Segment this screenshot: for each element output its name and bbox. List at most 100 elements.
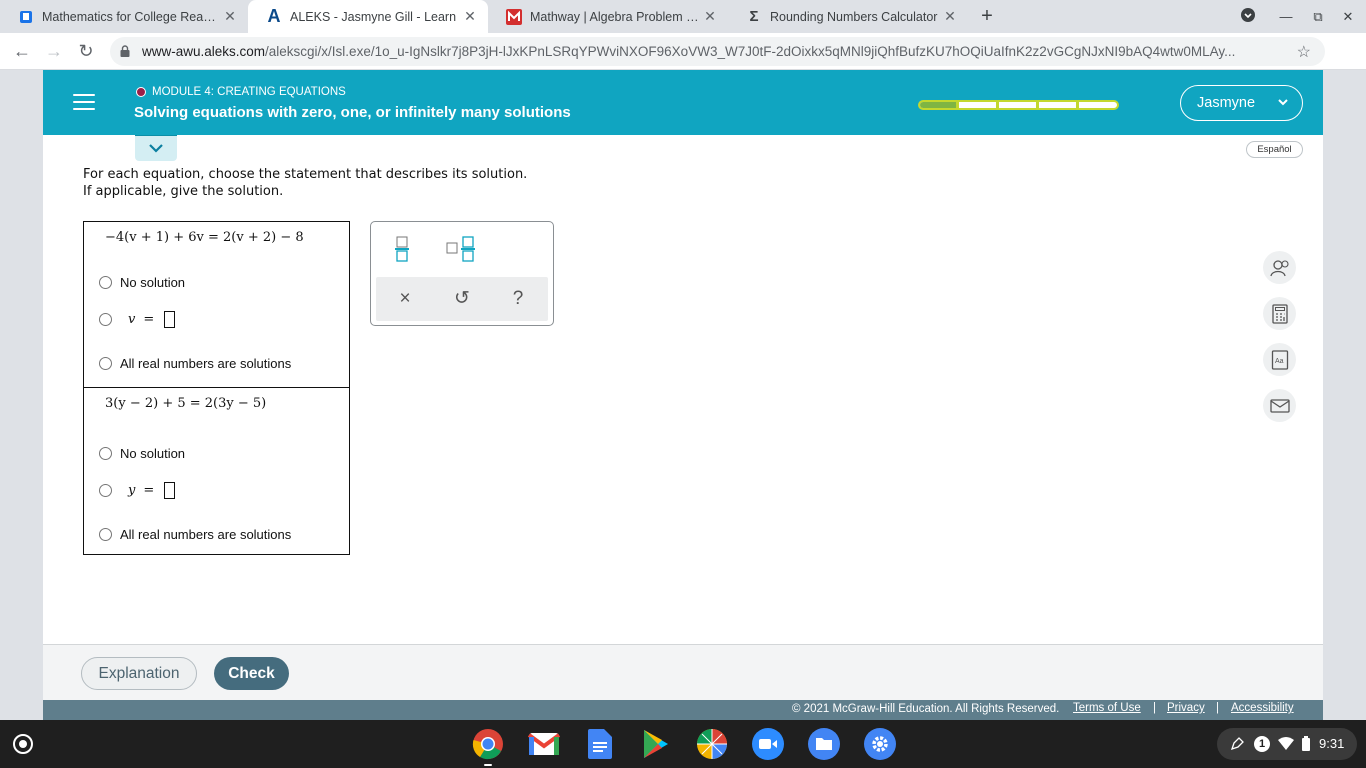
footer-separator: | xyxy=(1216,702,1219,714)
address-bar[interactable]: www-awu.aleks.com/alekscgi/x/Isl.exe/1o_… xyxy=(110,37,1325,66)
option-one-solution[interactable]: v = xyxy=(99,311,176,328)
option-no-solution[interactable]: No solution xyxy=(99,446,185,461)
url-host: www-awu.aleks.com xyxy=(142,44,266,59)
url-path: /alekscgi/x/Isl.exe/1o_u-IgNslkr7j8P3jH-… xyxy=(265,44,1236,59)
chrome-icon[interactable] xyxy=(472,728,504,760)
explanation-button[interactable]: Explanation xyxy=(81,657,197,690)
check-button[interactable]: Check xyxy=(214,657,289,690)
radio-button[interactable] xyxy=(99,484,112,497)
system-tray[interactable]: 1 9:31 xyxy=(1217,728,1357,760)
tab-aleks[interactable]: A ALEKS - Jasmyne Gill - Learn ✕ xyxy=(248,0,488,33)
user-menu-button[interactable]: Jasmyne xyxy=(1180,85,1303,121)
radio-button[interactable] xyxy=(99,313,112,326)
close-window-icon[interactable]: ✕ xyxy=(1338,7,1358,27)
mixed-number-icon[interactable] xyxy=(445,235,477,263)
files-icon[interactable] xyxy=(808,728,840,760)
help-icon[interactable]: ? xyxy=(506,287,530,311)
tab-title: Mathematics for College Readine xyxy=(42,9,222,24)
dictionary-icon: Aa xyxy=(1271,349,1288,370)
collapse-header-button[interactable] xyxy=(135,135,177,161)
back-icon[interactable]: ← xyxy=(10,40,34,64)
close-icon[interactable]: ✕ xyxy=(702,8,718,25)
clock: 9:31 xyxy=(1319,736,1345,751)
terms-link[interactable]: Terms of Use xyxy=(1073,702,1141,714)
aleks-logo-icon: A xyxy=(267,6,281,26)
instructions: For each equation, choose the statement … xyxy=(83,166,527,200)
calculator-icon xyxy=(1271,303,1288,324)
close-icon[interactable]: ✕ xyxy=(462,8,478,25)
close-icon[interactable]: ✕ xyxy=(222,8,238,25)
close-icon[interactable]: ✕ xyxy=(942,8,958,25)
radio-button[interactable] xyxy=(99,276,112,289)
zoom-icon[interactable] xyxy=(752,728,784,760)
os-shelf: 1 9:31 xyxy=(0,720,1366,768)
espanol-button[interactable]: Español xyxy=(1246,141,1303,158)
bookmark-star-icon[interactable]: ☆ xyxy=(1297,42,1311,62)
progress-tick xyxy=(956,102,959,108)
canvas-icon[interactable] xyxy=(696,728,728,760)
play-store-icon[interactable] xyxy=(640,728,672,760)
problem-table: −4(v + 1) + 6v = 2(v + 2) − 8 No solutio… xyxy=(83,221,350,555)
undo-icon[interactable]: ↺ xyxy=(450,287,474,311)
equals-sign: = xyxy=(143,483,155,498)
radio-button[interactable] xyxy=(99,447,112,460)
message-icon xyxy=(1269,398,1290,413)
message-button[interactable] xyxy=(1263,389,1296,422)
aleks-page: MODULE 4: CREATING EQUATIONS Solving equ… xyxy=(43,70,1323,720)
topic-progress-bar xyxy=(918,100,1119,110)
option-label: All real numbers are solutions xyxy=(120,356,292,371)
option-all-real[interactable]: All real numbers are solutions xyxy=(99,527,291,542)
new-tab-button[interactable]: + xyxy=(976,6,998,28)
instruction-line: If applicable, give the solution. xyxy=(83,184,284,199)
svg-text:Aa: Aa xyxy=(1275,358,1284,365)
ask-instructor-icon xyxy=(1269,259,1289,276)
option-one-solution[interactable]: y = xyxy=(99,482,176,499)
tab-rounding[interactable]: Σ Rounding Numbers Calculator ✕ xyxy=(728,0,968,33)
option-label: No solution xyxy=(120,275,186,290)
dictionary-button[interactable]: Aa xyxy=(1263,343,1296,376)
option-all-real[interactable]: All real numbers are solutions xyxy=(99,356,291,371)
notification-count-badge: 1 xyxy=(1254,736,1270,752)
menu-icon[interactable] xyxy=(73,94,95,112)
minimize-icon[interactable]: — xyxy=(1276,7,1296,27)
wifi-icon xyxy=(1278,737,1294,750)
progress-tick xyxy=(1036,102,1039,108)
problem-2: 3(y − 2) + 5 = 2(3y − 5) No solution y =… xyxy=(84,388,349,554)
browser-toolbar: ← → ↻ www-awu.aleks.com/alekscgi/x/Isl.e… xyxy=(0,33,1366,70)
privacy-link[interactable]: Privacy xyxy=(1167,702,1205,714)
answer-input[interactable] xyxy=(164,311,176,328)
browser-tab-strip: Mathematics for College Readine ✕ A ALEK… xyxy=(0,0,1366,33)
instruction-line: For each equation, choose the statement … xyxy=(83,167,528,182)
copyright-bar: © 2021 McGraw-Hill Education. All Rights… xyxy=(43,700,1323,720)
palette-actions: × ↺ ? xyxy=(376,277,548,321)
option-label: No solution xyxy=(120,446,186,461)
radio-button[interactable] xyxy=(99,357,112,370)
docs-icon[interactable] xyxy=(584,728,616,760)
battery-icon xyxy=(1302,736,1310,751)
calculator-button[interactable] xyxy=(1263,297,1296,330)
module-title: MODULE 4: CREATING EQUATIONS xyxy=(152,86,346,98)
ask-instructor-button[interactable] xyxy=(1263,251,1296,284)
gmail-icon[interactable] xyxy=(528,728,560,760)
fraction-icon[interactable] xyxy=(394,235,410,263)
tab-title: Rounding Numbers Calculator xyxy=(770,9,938,24)
equation: 3(y − 2) + 5 = 2(3y − 5) xyxy=(105,396,267,411)
tab-search-icon[interactable] xyxy=(1238,7,1258,27)
reload-icon[interactable]: ↻ xyxy=(74,40,98,64)
problem-1: −4(v + 1) + 6v = 2(v + 2) − 8 No solutio… xyxy=(84,222,349,388)
accessibility-link[interactable]: Accessibility xyxy=(1231,702,1294,714)
radio-button[interactable] xyxy=(99,528,112,541)
chevron-down-icon xyxy=(1278,99,1288,106)
math-palette: × ↺ ? xyxy=(370,221,554,326)
variable-label: v xyxy=(128,312,136,327)
restore-icon[interactable]: ⧉ xyxy=(1308,7,1328,27)
url-text[interactable]: www-awu.aleks.com/alekscgi/x/Isl.exe/1o_… xyxy=(142,44,1277,59)
clear-icon[interactable]: × xyxy=(393,287,417,311)
tab-mathway[interactable]: Mathway | Algebra Problem Solv ✕ xyxy=(488,0,728,33)
launcher-icon[interactable] xyxy=(13,734,33,754)
option-no-solution[interactable]: No solution xyxy=(99,275,185,290)
tab-mathematics[interactable]: Mathematics for College Readine ✕ xyxy=(0,0,248,33)
settings-icon[interactable] xyxy=(864,728,896,760)
forward-icon[interactable]: → xyxy=(42,40,66,64)
answer-input[interactable] xyxy=(164,482,176,499)
